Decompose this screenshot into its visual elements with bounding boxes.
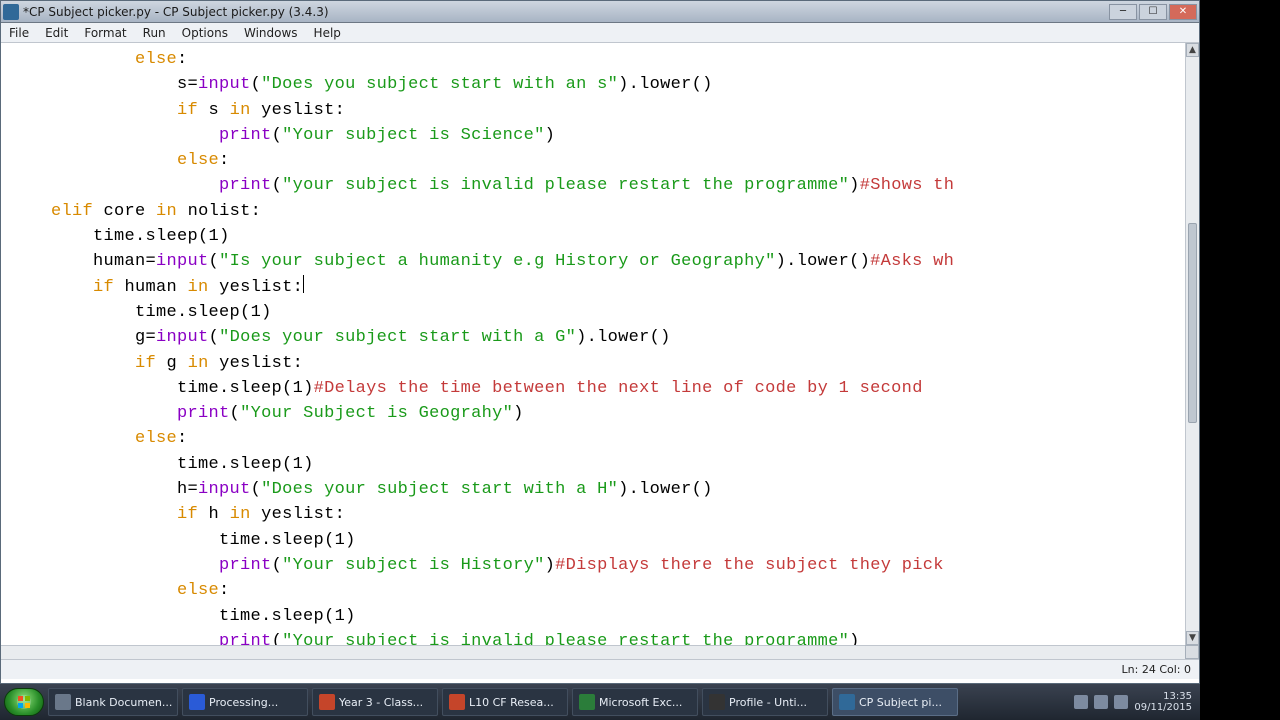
menu-bar: File Edit Format Run Options Windows Hel…	[1, 23, 1199, 43]
tray-volume-icon[interactable]	[1114, 695, 1128, 709]
taskbar-item[interactable]: Processing...	[182, 688, 308, 716]
taskbar-item[interactable]: L10 CF Resea...	[442, 688, 568, 716]
doc-icon	[55, 694, 71, 710]
cursor-position: Ln: 24 Col: 0	[1122, 663, 1191, 676]
obs-icon	[709, 694, 725, 710]
menu-options[interactable]: Options	[174, 24, 236, 42]
system-tray[interactable]: 13:35 09/11/2015	[970, 684, 1200, 720]
minimize-button[interactable]: ─	[1109, 4, 1137, 20]
status-bar: Ln: 24 Col: 0	[1, 659, 1199, 679]
menu-windows[interactable]: Windows	[236, 24, 306, 42]
window-title: *CP Subject picker.py - CP Subject picke…	[23, 5, 1109, 19]
clock[interactable]: 13:35 09/11/2015	[1134, 691, 1192, 714]
scrollbar-horizontal[interactable]	[1, 645, 1185, 659]
window-controls: ─ ☐ ✕	[1109, 4, 1197, 20]
taskbar-item[interactable]: Profile - Unti...	[702, 688, 828, 716]
word-icon	[189, 694, 205, 710]
powerpoint-icon	[319, 694, 335, 710]
menu-format[interactable]: Format	[76, 24, 134, 42]
python-icon	[839, 694, 855, 710]
taskbar-item-active[interactable]: CP Subject pi...	[832, 688, 958, 716]
taskbar-item[interactable]: Blank Documen...	[48, 688, 178, 716]
powerpoint-icon	[449, 694, 465, 710]
menu-edit[interactable]: Edit	[37, 24, 76, 42]
text-cursor	[303, 275, 304, 293]
idle-window: *CP Subject picker.py - CP Subject picke…	[0, 0, 1200, 684]
code-content[interactable]: else: s=input("Does you subject start wi…	[9, 47, 1185, 654]
menu-file[interactable]: File	[1, 24, 37, 42]
tray-network-icon[interactable]	[1094, 695, 1108, 709]
close-button[interactable]: ✕	[1169, 4, 1197, 20]
app-icon	[3, 4, 19, 20]
title-bar[interactable]: *CP Subject picker.py - CP Subject picke…	[1, 1, 1199, 23]
scroll-corner	[1185, 645, 1199, 659]
tray-flag-icon[interactable]	[1074, 695, 1088, 709]
scroll-thumb[interactable]	[1188, 223, 1197, 423]
taskbar-item[interactable]: Year 3 - Class...	[312, 688, 438, 716]
menu-run[interactable]: Run	[135, 24, 174, 42]
scrollbar-vertical[interactable]: ▲ ▼	[1185, 43, 1199, 645]
maximize-button[interactable]: ☐	[1139, 4, 1167, 20]
editor-area: else: s=input("Does you subject start wi…	[1, 43, 1199, 659]
scroll-down-icon[interactable]: ▼	[1186, 631, 1199, 645]
start-button[interactable]	[4, 688, 44, 716]
windows-logo-icon	[15, 693, 33, 711]
taskbar-item[interactable]: Microsoft Exc...	[572, 688, 698, 716]
menu-help[interactable]: Help	[306, 24, 349, 42]
code-editor[interactable]: else: s=input("Does you subject start wi…	[1, 43, 1185, 659]
scroll-up-icon[interactable]: ▲	[1186, 43, 1199, 57]
excel-icon	[579, 694, 595, 710]
